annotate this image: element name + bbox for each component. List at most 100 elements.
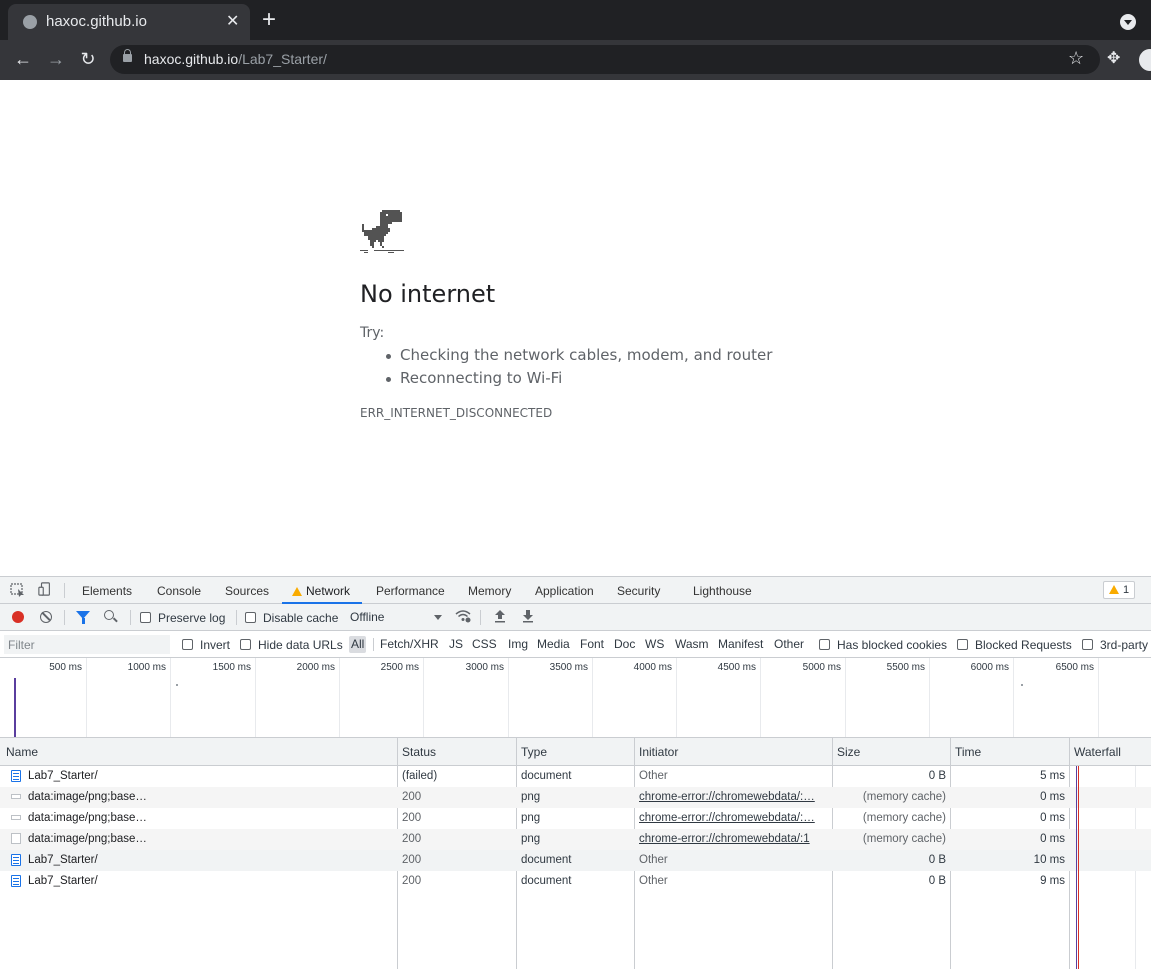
puzzle-icon[interactable]: ✥: [1107, 48, 1120, 68]
table-row[interactable]: data:image/png;base… 200 png chrome-erro…: [0, 787, 1151, 808]
table-row[interactable]: Lab7_Starter/ 200 document Other 0 B 9 m…: [0, 871, 1151, 892]
warning-count-badge[interactable]: 1: [1103, 581, 1136, 599]
filter-input[interactable]: [4, 635, 170, 654]
filter-type-other[interactable]: Other: [772, 636, 806, 653]
tab-elements[interactable]: Elements: [82, 584, 132, 598]
row-size: 0 B: [928, 854, 946, 866]
upload-icon[interactable]: [494, 609, 506, 623]
filter-type-doc[interactable]: Doc: [612, 636, 637, 653]
disable-cache-label: Disable cache: [263, 611, 339, 625]
overview-tick-label: 4000 ms: [633, 662, 672, 673]
tab-title: haxoc.github.io: [46, 13, 147, 30]
forward-icon[interactable]: →: [45, 48, 67, 70]
star-icon[interactable]: ☆: [1068, 48, 1084, 69]
device-toolbar-icon[interactable]: [37, 582, 53, 596]
filter-type-css[interactable]: CSS: [470, 636, 499, 653]
lock-icon[interactable]: [123, 49, 132, 62]
filter-type-js[interactable]: JS: [447, 636, 465, 653]
column-header-status[interactable]: Status: [402, 745, 436, 759]
globe-icon: [23, 15, 37, 29]
row-status: 200: [402, 812, 422, 824]
filter-type-img[interactable]: Img: [506, 636, 530, 653]
row-time: 0 ms: [1040, 812, 1065, 824]
hide-data-urls-label: Hide data URLs: [258, 638, 343, 652]
tab-network[interactable]: Network: [292, 584, 350, 598]
reload-icon[interactable]: ↻: [77, 48, 99, 70]
row-initiator-link[interactable]: chrome-error://chromewebdata/:…: [639, 812, 825, 824]
close-icon[interactable]: ✕: [226, 12, 239, 32]
browser-tab[interactable]: haxoc.github.io ✕: [8, 4, 250, 40]
network-conditions-icon[interactable]: [455, 609, 471, 623]
preserve-log-checkbox[interactable]: [140, 612, 151, 623]
row-size: (memory cache): [862, 812, 946, 824]
tab-memory[interactable]: Memory: [468, 584, 511, 598]
tab-sources[interactable]: Sources: [225, 584, 269, 598]
filter-type-ws[interactable]: WS: [643, 636, 666, 653]
record-icon[interactable]: [12, 611, 24, 623]
has-blocked-cookies-checkbox[interactable]: [819, 639, 830, 650]
column-header-initiator[interactable]: Initiator: [639, 745, 678, 759]
row-type: png: [521, 812, 541, 824]
search-icon[interactable]: [104, 610, 114, 620]
tab-application[interactable]: Application: [535, 584, 594, 598]
document-icon: [11, 875, 21, 887]
filter-type-fetch-xhr[interactable]: Fetch/XHR: [378, 636, 441, 653]
inspect-element-icon[interactable]: [10, 583, 26, 597]
url-text[interactable]: haxoc.github.io/Lab7_Starter/: [144, 51, 327, 67]
row-type: png: [521, 833, 541, 845]
row-size: (memory cache): [862, 791, 946, 803]
invert-checkbox[interactable]: [182, 639, 193, 650]
table-row[interactable]: data:image/png;base… 200 png chrome-erro…: [0, 829, 1151, 850]
network-overview[interactable]: 500 ms 1000 ms 1500 ms 2000 ms 2500 ms 3000 m…: [0, 658, 1151, 738]
overview-request-bar: [14, 678, 16, 737]
filter-icon[interactable]: [76, 611, 90, 624]
separator: [373, 638, 374, 651]
table-row[interactable]: data:image/png;base… 200 png chrome-erro…: [0, 808, 1151, 829]
error-code: ERR_INTERNET_DISCONNECTED: [360, 406, 553, 420]
filter-type-manifest[interactable]: Manifest: [716, 636, 765, 653]
overview-tick-label: 4500 ms: [717, 662, 756, 673]
overview-gridline: [592, 658, 593, 737]
document-icon: [11, 770, 21, 782]
disable-cache-checkbox[interactable]: [245, 612, 256, 623]
hide-data-urls-checkbox[interactable]: [240, 639, 251, 650]
tab-console[interactable]: Console: [157, 584, 201, 598]
filter-type-all[interactable]: All: [349, 636, 367, 653]
row-name: data:image/png;base…: [28, 812, 147, 824]
table-row[interactable]: Lab7_Starter/ (failed) document Other 0 …: [0, 766, 1151, 787]
row-initiator-link[interactable]: chrome-error://chromewebdata/:…: [639, 791, 825, 803]
column-header-waterfall[interactable]: Waterfall: [1074, 745, 1121, 759]
third-party-checkbox[interactable]: [1082, 639, 1093, 650]
avatar[interactable]: [1137, 47, 1151, 73]
url-host: haxoc.github.io: [144, 51, 239, 67]
row-size: 0 B: [928, 770, 946, 782]
row-initiator-link[interactable]: chrome-error://chromewebdata/:1: [639, 833, 825, 845]
clear-icon[interactable]: [40, 611, 52, 623]
back-icon[interactable]: ←: [12, 48, 34, 70]
filter-type-wasm[interactable]: Wasm: [673, 636, 711, 653]
download-icon[interactable]: [522, 609, 534, 623]
address-bar[interactable]: haxoc.github.io/Lab7_Starter/ ☆: [110, 45, 1100, 74]
filter-type-font[interactable]: Font: [578, 636, 606, 653]
throttling-select[interactable]: Offline: [350, 610, 442, 624]
tab-security[interactable]: Security: [617, 584, 660, 598]
column-header-type[interactable]: Type: [521, 745, 547, 759]
overview-tick-label: 5500 ms: [886, 662, 925, 673]
separator: [236, 610, 237, 625]
column-header-time[interactable]: Time: [955, 745, 981, 759]
tab-performance[interactable]: Performance: [376, 584, 445, 598]
column-header-size[interactable]: Size: [837, 745, 860, 759]
row-initiator: Other: [639, 770, 668, 782]
table-row[interactable]: Lab7_Starter/ 200 document Other 0 B 10 …: [0, 850, 1151, 871]
new-tab-button[interactable]: +: [262, 8, 276, 32]
warning-icon: [292, 587, 302, 596]
blocked-requests-checkbox[interactable]: [957, 639, 968, 650]
column-header-name[interactable]: Name: [6, 745, 38, 759]
row-type: document: [521, 770, 572, 782]
tab-lighthouse[interactable]: Lighthouse: [693, 584, 752, 598]
filter-type-media[interactable]: Media: [535, 636, 572, 653]
row-time: 0 ms: [1040, 791, 1065, 803]
overview-gridline: [1098, 658, 1099, 737]
overview-gridline: [86, 658, 87, 737]
tab-search-icon[interactable]: [1120, 14, 1136, 30]
